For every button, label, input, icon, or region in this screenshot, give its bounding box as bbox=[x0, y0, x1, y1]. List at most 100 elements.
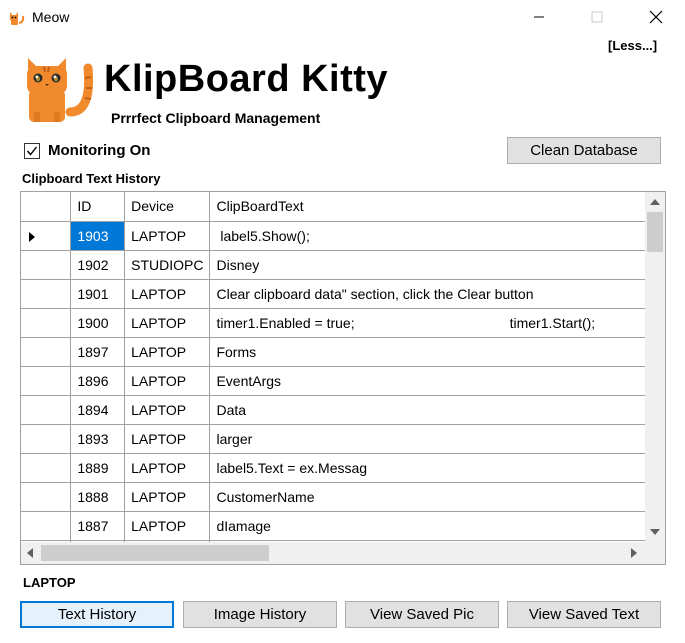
cell-id[interactable]: 1896 bbox=[70, 366, 126, 396]
cell-device[interactable]: LAPTOP bbox=[124, 221, 211, 251]
cell-id[interactable]: 1901 bbox=[70, 279, 126, 309]
clipboard-text-value-continued: timer1.Start(); bbox=[509, 314, 596, 331]
cell-clipboard-text[interactable]: timer1.Enabled = true; timer1.Start(); bbox=[209, 308, 645, 338]
row-header-cell[interactable] bbox=[21, 453, 72, 483]
table-row[interactable]: 1888 LAPTOP CustomerName bbox=[21, 482, 645, 512]
cat-icon bbox=[27, 58, 94, 122]
current-device-label: LAPTOP bbox=[23, 575, 76, 590]
text-history-button[interactable]: Text History bbox=[20, 601, 174, 628]
cell-id[interactable]: 1897 bbox=[70, 337, 126, 367]
close-button[interactable] bbox=[633, 0, 679, 34]
vertical-scrollbar[interactable] bbox=[645, 192, 665, 542]
cell-device[interactable]: LAPTOP bbox=[124, 366, 211, 396]
column-header-clipboardtext[interactable]: ClipBoardText bbox=[209, 192, 645, 222]
clipboard-history-grid[interactable]: ID Device ClipBoardText 1903 LAPTOP label… bbox=[20, 191, 666, 565]
cell-device[interactable]: LAPTOP bbox=[124, 279, 211, 309]
table-row[interactable]: 1887 LAPTOP dIamage bbox=[21, 511, 645, 541]
table-row[interactable]: 1903 LAPTOP label5.Show(); bbox=[21, 221, 645, 251]
scrollbar-corner bbox=[645, 542, 665, 564]
cell-device[interactable]: LAPTOP bbox=[124, 395, 211, 425]
row-header-corner bbox=[21, 192, 72, 222]
monitoring-toggle[interactable]: Monitoring On bbox=[24, 142, 150, 159]
table-row[interactable]: 1896 LAPTOP EventArgs bbox=[21, 366, 645, 396]
cell-device[interactable]: LAPTOP bbox=[124, 308, 211, 338]
cell-clipboard-text[interactable]: larger bbox=[209, 424, 645, 454]
cell-device[interactable]: LAPTOP bbox=[124, 453, 211, 483]
minimize-button[interactable] bbox=[516, 0, 562, 34]
row-header-cell[interactable] bbox=[21, 482, 72, 512]
cell-id[interactable]: 1889 bbox=[70, 453, 126, 483]
cat-app-icon bbox=[10, 12, 25, 25]
maximize-button[interactable] bbox=[574, 0, 620, 34]
table-row[interactable]: 1901 LAPTOP Clear clipboard data" section,… bbox=[21, 279, 645, 309]
clipboard-text-value: dIamage bbox=[216, 517, 271, 534]
clipboard-text-value: EventArgs bbox=[216, 372, 282, 389]
row-header-cell[interactable] bbox=[21, 395, 72, 425]
row-header-cell[interactable] bbox=[21, 221, 72, 251]
monitoring-label: Monitoring On bbox=[48, 142, 151, 159]
table-row[interactable]: 1897 LAPTOP Forms bbox=[21, 337, 645, 367]
row-header-cell[interactable] bbox=[21, 308, 72, 338]
clipboard-text-value: CustomerName bbox=[216, 488, 315, 505]
header-row: ID Device ClipBoardText bbox=[21, 192, 645, 222]
row-header-cell[interactable] bbox=[21, 337, 72, 367]
less-link[interactable]: [Less...] bbox=[608, 38, 657, 53]
table-row[interactable]: 1902 STUDIOPC Disney bbox=[21, 250, 645, 280]
cell-clipboard-text[interactable]: Disney bbox=[209, 250, 645, 280]
vertical-scroll-thumb[interactable] bbox=[647, 212, 663, 252]
scroll-up-icon[interactable] bbox=[650, 199, 660, 205]
cell-clipboard-text[interactable]: Clear clipboard data" section, click the… bbox=[209, 279, 645, 309]
minimize-icon bbox=[534, 16, 544, 18]
row-header-cell[interactable] bbox=[21, 366, 72, 396]
cell-device[interactable]: STUDIOPC bbox=[124, 250, 211, 280]
view-saved-pic-button[interactable]: View Saved Pic bbox=[345, 601, 499, 628]
clipboard-text-value: Clear clipboard data" section, click the… bbox=[216, 285, 534, 302]
cell-id[interactable]: 1893 bbox=[70, 424, 126, 454]
cell-id[interactable]: 1888 bbox=[70, 482, 126, 512]
clipboard-text-value: Forms bbox=[216, 343, 257, 360]
scroll-right-icon[interactable] bbox=[631, 548, 637, 558]
row-header-cell[interactable] bbox=[21, 279, 72, 309]
clean-database-button[interactable]: Clean Database bbox=[507, 137, 661, 164]
app-title: KlipBoard Kitty bbox=[104, 58, 389, 100]
view-saved-text-button[interactable]: View Saved Text bbox=[507, 601, 661, 628]
row-header-cell[interactable] bbox=[21, 424, 72, 454]
column-header-id[interactable]: ID bbox=[70, 192, 126, 222]
cell-device[interactable]: LAPTOP bbox=[124, 424, 211, 454]
column-header-device[interactable]: Device bbox=[124, 192, 211, 222]
table-row[interactable]: 1889 LAPTOP label5.Text = ex.Messag bbox=[21, 453, 645, 483]
clipboard-text-value: larger bbox=[216, 430, 253, 447]
clipboard-text-value: label5.Show(); bbox=[216, 227, 310, 244]
image-history-button[interactable]: Image History bbox=[183, 601, 337, 628]
cell-id[interactable]: 1900 bbox=[70, 308, 126, 338]
current-row-arrow-icon bbox=[29, 231, 35, 242]
cell-device[interactable]: LAPTOP bbox=[124, 511, 211, 541]
table-row[interactable]: 1894 LAPTOP Data bbox=[21, 395, 645, 425]
cell-clipboard-text[interactable]: label5.Show(); bbox=[209, 221, 645, 251]
app-subtitle: Prrrfect Clipboard Management bbox=[111, 110, 321, 126]
cell-clipboard-text[interactable]: EventArgs bbox=[209, 366, 645, 396]
clipboard-text-value: Data bbox=[216, 401, 247, 418]
cell-clipboard-text[interactable]: label5.Text = ex.Messag bbox=[209, 453, 645, 483]
row-header-cell[interactable] bbox=[21, 250, 72, 280]
cell-clipboard-text[interactable]: CustomerName bbox=[209, 482, 645, 512]
cell-id[interactable]: 1887 bbox=[70, 511, 126, 541]
horizontal-scroll-thumb[interactable] bbox=[41, 545, 269, 561]
row-header-cell[interactable] bbox=[21, 511, 72, 541]
cell-id[interactable]: 1902 bbox=[70, 250, 126, 280]
table-row[interactable]: 1893 LAPTOP larger bbox=[21, 424, 645, 454]
clipboard-text-value: Disney bbox=[216, 256, 260, 273]
cell-clipboard-text[interactable]: Data bbox=[209, 395, 645, 425]
cell-device[interactable]: LAPTOP bbox=[124, 337, 211, 367]
cell-clipboard-text[interactable]: dIamage bbox=[209, 511, 645, 541]
scroll-left-icon[interactable] bbox=[27, 548, 33, 558]
maximize-icon bbox=[591, 11, 603, 23]
cell-clipboard-text[interactable]: Forms bbox=[209, 337, 645, 367]
horizontal-scrollbar[interactable] bbox=[21, 542, 645, 564]
cell-id[interactable]: 1903 bbox=[70, 221, 126, 251]
monitoring-checkbox[interactable] bbox=[24, 142, 40, 159]
scroll-down-icon[interactable] bbox=[650, 529, 660, 535]
cell-device[interactable]: LAPTOP bbox=[124, 482, 211, 512]
table-row[interactable]: 1900 LAPTOP timer1.Enabled = true; timer1.S… bbox=[21, 308, 645, 338]
cell-id[interactable]: 1894 bbox=[70, 395, 126, 425]
